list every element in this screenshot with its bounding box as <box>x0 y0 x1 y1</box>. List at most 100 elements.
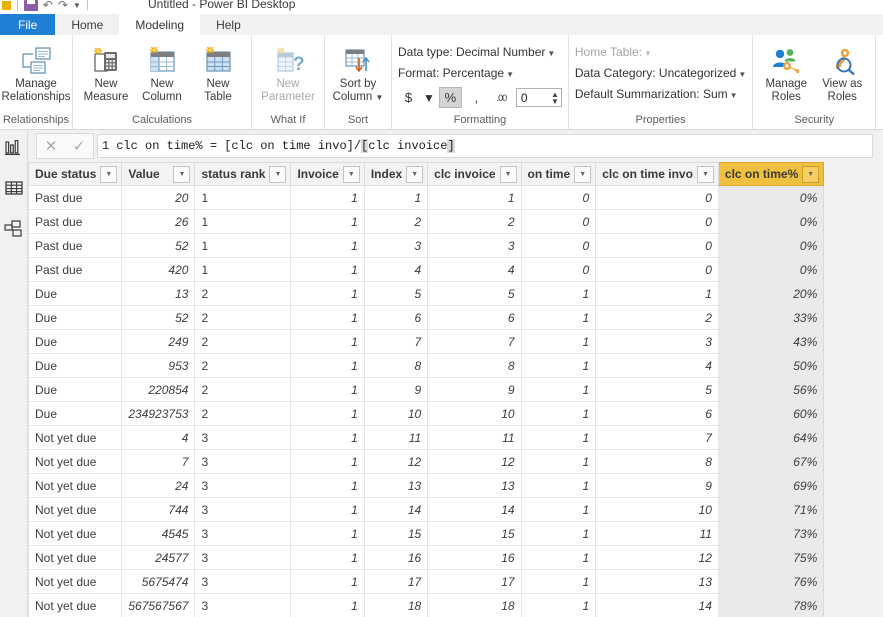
table-cell[interactable]: Not yet due <box>28 473 123 498</box>
table-row[interactable]: Due 953 2 1 8 8 1 4 50% <box>28 353 825 378</box>
manage-relationships-button[interactable]: Manage Relationships <box>1 40 71 104</box>
new-column-button[interactable]: New Column <box>134 40 190 104</box>
table-cell[interactable]: 1 <box>290 569 365 594</box>
table-row[interactable]: Past due 20 1 1 1 1 0 0 0% <box>28 185 825 210</box>
table-cell[interactable]: 14 <box>363 497 429 522</box>
sidebar-item-report-view[interactable] <box>4 138 24 158</box>
table-cell[interactable]: 3 <box>194 521 292 546</box>
check-icon[interactable]: ✓ <box>65 135 93 157</box>
quick-access-toolbar[interactable]: | ↶ ↷ ▼ | <box>0 0 89 14</box>
table-cell[interactable]: 1 <box>290 377 365 402</box>
table-cell[interactable]: 18 <box>363 593 429 617</box>
table-cell[interactable]: 10 <box>427 401 522 426</box>
table-row[interactable]: Not yet due 4545 3 1 15 15 1 11 73% <box>28 521 825 546</box>
percent-format-button[interactable]: % <box>438 87 462 108</box>
table-cell[interactable]: 7 <box>363 329 429 354</box>
table-cell[interactable]: Past due <box>28 185 123 210</box>
table-cell[interactable]: 14 <box>595 593 719 617</box>
table-cell[interactable]: 2 <box>363 209 429 234</box>
table-cell[interactable]: 1 <box>290 401 365 426</box>
table-cell[interactable]: 249 <box>121 329 196 354</box>
table-cell[interactable]: 1 <box>520 593 597 617</box>
currency-format-button[interactable]: $ <box>398 88 419 107</box>
table-row[interactable]: Due 220854 2 1 9 9 1 5 56% <box>28 377 825 402</box>
table-cell[interactable]: 9 <box>595 473 719 498</box>
table-cell[interactable]: 33% <box>717 305 825 330</box>
table-cell[interactable]: 9 <box>427 377 522 402</box>
new-measure-button[interactable]: New Measure <box>78 40 134 104</box>
table-row[interactable]: Past due 52 1 1 3 3 0 0 0% <box>28 233 825 258</box>
table-cell[interactable]: 20% <box>717 281 825 306</box>
table-cell[interactable]: 0 <box>520 233 597 258</box>
table-cell[interactable]: 8 <box>595 449 719 474</box>
table-cell[interactable]: 2 <box>194 377 292 402</box>
table-cell[interactable]: 1 <box>427 185 522 210</box>
table-cell[interactable]: 7 <box>427 329 522 354</box>
tab-modeling[interactable]: Modeling <box>119 14 201 35</box>
table-cell[interactable]: 1 <box>290 257 365 282</box>
table-cell[interactable]: 11 <box>595 521 719 546</box>
table-cell[interactable]: 13 <box>427 473 522 498</box>
table-cell[interactable]: 6 <box>595 401 719 426</box>
table-cell[interactable]: Not yet due <box>28 449 123 474</box>
table-cell[interactable]: 5 <box>595 377 719 402</box>
new-parameter-button[interactable]: ? New Parameter <box>257 40 319 104</box>
table-cell[interactable]: 1 <box>595 281 719 306</box>
table-cell[interactable]: 6 <box>363 305 429 330</box>
table-cell[interactable]: 4 <box>595 353 719 378</box>
data-type-dropdown[interactable]: Data type: Decimal Number ▼ <box>398 43 562 63</box>
sidebar-item-data-view[interactable] <box>4 178 24 198</box>
table-cell[interactable]: Past due <box>28 257 123 282</box>
filter-dropdown-button[interactable]: ▼ <box>342 165 360 183</box>
table-cell[interactable]: 67% <box>717 449 825 474</box>
formula-input[interactable]: 1 clc on time% = [clc on time invo]/[clc … <box>97 134 873 158</box>
table-cell[interactable]: 12 <box>363 449 429 474</box>
table-cell[interactable]: 1 <box>290 185 365 210</box>
table-cell[interactable]: 1 <box>520 521 597 546</box>
table-cell[interactable]: 56% <box>717 377 825 402</box>
table-cell[interactable]: 24 <box>121 473 196 498</box>
table-cell[interactable]: 1 <box>520 473 597 498</box>
table-cell[interactable]: 3 <box>194 545 292 570</box>
table-cell[interactable]: 4545 <box>121 521 196 546</box>
table-row[interactable]: Past due 420 1 1 4 4 0 0 0% <box>28 257 825 282</box>
table-cell[interactable]: 17 <box>363 569 429 594</box>
table-row[interactable]: Due 234923753 2 1 10 10 1 6 60% <box>28 401 825 426</box>
table-cell[interactable]: 4 <box>427 257 522 282</box>
tab-file[interactable]: File <box>0 14 56 35</box>
table-cell[interactable]: 2 <box>194 305 292 330</box>
stepper-arrows[interactable]: ▲ ▼ <box>551 89 559 106</box>
table-cell[interactable]: 220854 <box>121 377 196 402</box>
table-cell[interactable]: 12 <box>427 449 522 474</box>
table-cell[interactable]: 16 <box>363 545 429 570</box>
table-cell[interactable]: 3 <box>194 497 292 522</box>
table-cell[interactable]: 3 <box>194 425 292 450</box>
table-cell[interactable]: 744 <box>121 497 196 522</box>
table-cell[interactable]: 1 <box>520 425 597 450</box>
table-cell[interactable]: 1 <box>520 377 597 402</box>
table-cell[interactable]: 6 <box>427 305 522 330</box>
table-row[interactable]: Due 52 2 1 6 6 1 2 33% <box>28 305 825 330</box>
table-cell[interactable]: 8 <box>363 353 429 378</box>
sort-by-column-button[interactable]: Sort by Column ▼ <box>330 40 386 104</box>
tab-home[interactable]: Home <box>55 14 119 35</box>
table-cell[interactable]: 4 <box>363 257 429 282</box>
column-header-status-rank[interactable]: status rank ▼ <box>194 162 292 186</box>
sidebar-item-model-view[interactable] <box>4 218 24 238</box>
table-cell[interactable]: Due <box>28 401 123 426</box>
table-cell[interactable]: 0 <box>595 233 719 258</box>
table-cell[interactable]: 1 <box>520 545 597 570</box>
data-grid-container[interactable]: Due status ▼ Value ▼ status rank ▼ Invoice ▼ Ind… <box>28 162 883 617</box>
table-cell[interactable]: 1 <box>520 401 597 426</box>
chevron-down-icon[interactable]: ▼ <box>547 49 555 58</box>
table-row[interactable]: Not yet due 567567567 3 1 18 18 1 14 78% <box>28 593 825 617</box>
table-cell[interactable]: 52 <box>121 305 196 330</box>
table-cell[interactable]: 26 <box>121 209 196 234</box>
table-cell[interactable]: 1 <box>194 185 292 210</box>
table-cell[interactable]: Past due <box>28 233 123 258</box>
view-as-roles-button[interactable]: View as Roles <box>814 40 870 104</box>
chevron-down-icon[interactable]: ▼ <box>423 91 435 105</box>
filter-dropdown-button[interactable]: ▼ <box>100 165 118 183</box>
table-cell[interactable]: 18 <box>427 593 522 617</box>
table-cell[interactable]: 1 <box>520 449 597 474</box>
